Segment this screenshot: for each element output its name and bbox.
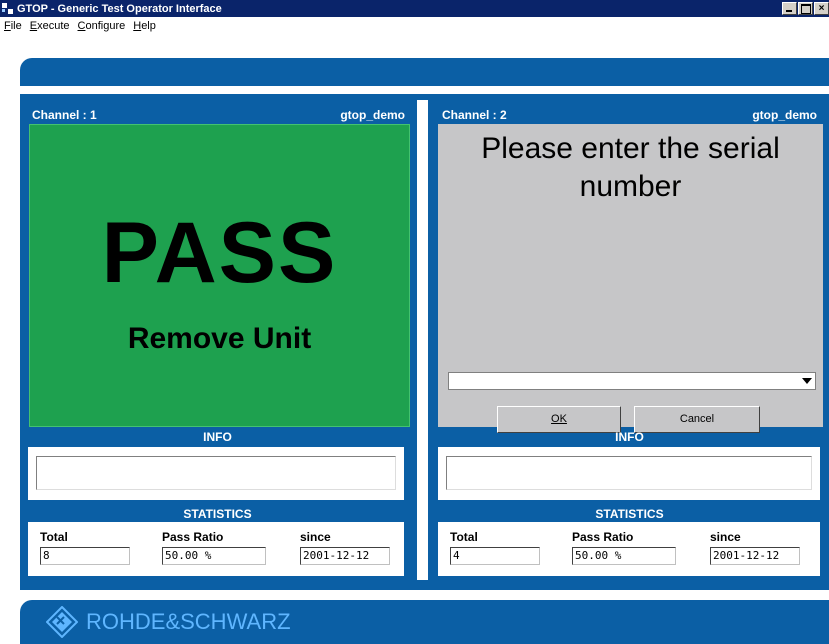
channel-1-info-box xyxy=(28,447,404,500)
maximize-button[interactable] xyxy=(798,2,813,15)
brand-name: ROHDE&SCHWARZ xyxy=(86,609,291,634)
channel-2-info-box xyxy=(438,447,820,500)
channel-2-prompt-display: Please enter the serial number OK Cancel xyxy=(438,124,823,433)
channel-2-since-field: 2001-12-12 xyxy=(710,547,800,565)
channel-1-label: Channel : 1 xyxy=(32,108,97,122)
channel-1-statistics-label: STATISTICS xyxy=(183,507,252,521)
since-label: since xyxy=(300,530,331,544)
channel-1-panel: Channel : 1 gtop_demo PASS Remove Unit I… xyxy=(20,100,415,580)
total-label: Total xyxy=(40,530,68,544)
channel-1-total-field: 8 xyxy=(40,547,130,565)
channels-area: Channel : 1 gtop_demo PASS Remove Unit I… xyxy=(20,100,829,590)
menu-configure[interactable]: Configure xyxy=(78,20,126,32)
channel-2-sequence: gtop_demo xyxy=(752,108,817,122)
title-bar: GTOP - Generic Test Operator Interface × xyxy=(0,0,829,17)
minimize-button[interactable] xyxy=(782,2,797,15)
dropdown-arrow-icon[interactable] xyxy=(799,373,815,389)
window-title: GTOP - Generic Test Operator Interface xyxy=(17,2,222,15)
channel-1-since-field: 2001-12-12 xyxy=(300,547,390,565)
total-label: Total xyxy=(450,530,478,544)
ok-button[interactable]: OK xyxy=(497,406,621,433)
channel-1-statistics: Total 8 Pass Ratio 50.00 % since 2001-12… xyxy=(28,522,404,576)
channel-1-header: Channel : 1 gtop_demo xyxy=(20,108,415,123)
channel-2-label: Channel : 2 xyxy=(442,108,507,122)
channel-divider xyxy=(417,100,428,580)
close-button[interactable]: × xyxy=(814,2,829,15)
channel-1-status-display: PASS Remove Unit xyxy=(29,124,410,427)
menu-execute[interactable]: Execute xyxy=(30,20,70,32)
serial-number-combobox[interactable] xyxy=(448,372,816,390)
channel-1-sequence: gtop_demo xyxy=(340,108,405,122)
remove-unit-message: Remove Unit xyxy=(127,322,312,355)
header-band xyxy=(20,58,829,86)
menu-help[interactable]: Help xyxy=(133,20,156,32)
channel-2-total-field: 4 xyxy=(450,547,540,565)
channel-2-statistics-label: STATISTICS xyxy=(595,507,664,521)
channel-2-header: Channel : 2 gtop_demo xyxy=(430,108,829,123)
channel-2-info-label: INFO xyxy=(615,430,644,444)
app-icon[interactable] xyxy=(2,2,14,15)
pass-status-text: PASS xyxy=(101,205,338,301)
pass-ratio-label: Pass Ratio xyxy=(572,530,634,544)
channel-2-statistics: Total 4 Pass Ratio 50.00 % since 2001-12… xyxy=(438,522,820,576)
since-label: since xyxy=(710,530,741,544)
menu-file[interactable]: File xyxy=(4,20,22,32)
channel-1-info-label: INFO xyxy=(203,430,232,444)
channel-1-info-text xyxy=(36,456,396,490)
serial-number-prompt: Please enter the serial number xyxy=(481,132,780,203)
window-controls: × xyxy=(781,2,829,15)
rohde-schwarz-logo-icon xyxy=(46,606,78,638)
channel-2-info-text xyxy=(446,456,812,490)
channel-2-panel: Channel : 2 gtop_demo Please enter the s… xyxy=(430,100,829,580)
channel-1-pass-ratio-field: 50.00 % xyxy=(162,547,266,565)
pass-ratio-label: Pass Ratio xyxy=(162,530,224,544)
footer-band: ROHDE&SCHWARZ xyxy=(20,600,829,644)
channel-2-pass-ratio-field: 50.00 % xyxy=(572,547,676,565)
cancel-button[interactable]: Cancel xyxy=(634,406,760,433)
menu-bar: File Execute Configure Help xyxy=(0,17,829,35)
serial-number-input[interactable] xyxy=(449,373,799,389)
